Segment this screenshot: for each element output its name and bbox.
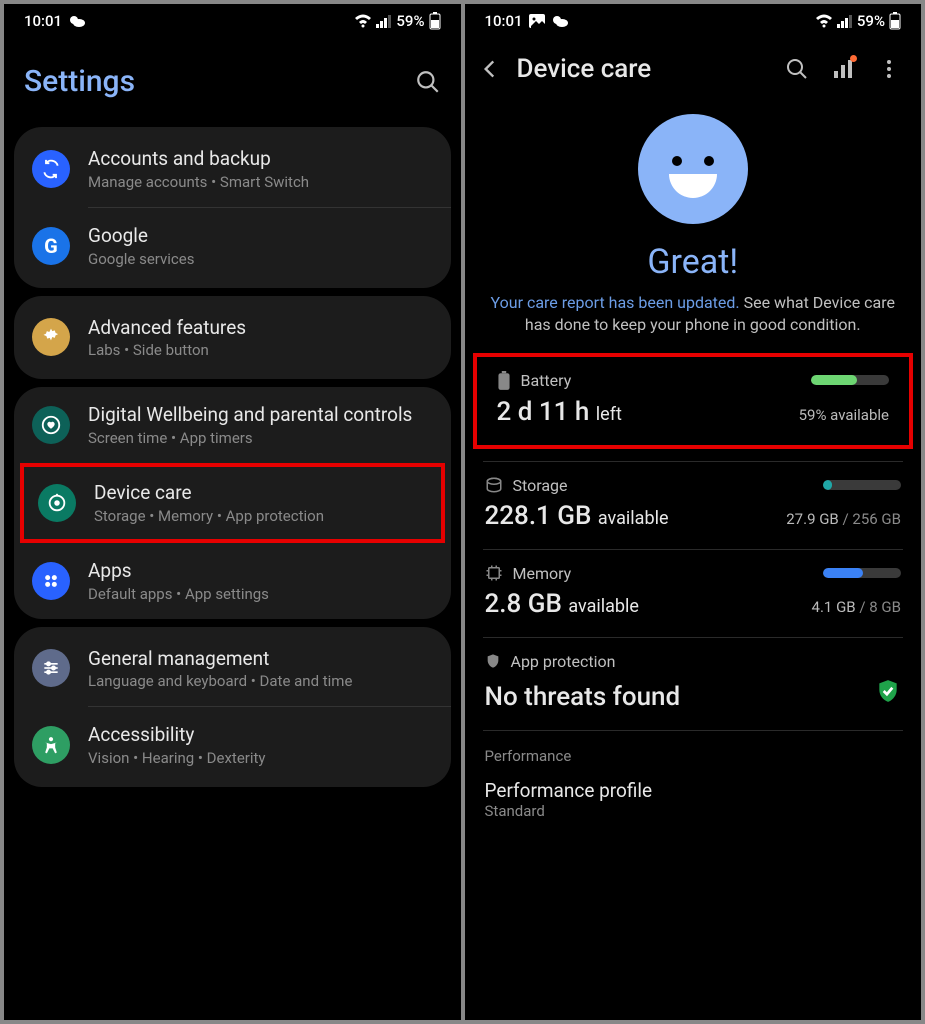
section-label: App protection [511,652,616,671]
settings-group: Accounts and backup Manage accounts • Sm… [14,127,451,288]
battery-icon [429,12,441,30]
sliders-icon [32,649,70,687]
memory-icon [485,564,503,582]
back-icon[interactable] [477,56,503,82]
settings-item-device-care[interactable]: Device care Storage • Memory • App prote… [24,467,441,539]
memory-bar [823,568,901,578]
item-subtitle: Manage accounts • Smart Switch [88,173,433,191]
performance-title: Performance profile [485,779,902,802]
hero-headline: Great! [485,242,902,282]
search-icon[interactable] [415,69,441,95]
page-title: Device care [517,54,772,84]
storage-bar [823,480,901,490]
battery-section[interactable]: Battery 2 d 11 h left 59% available [477,357,910,445]
item-title: General management [88,647,433,671]
wifi-icon [354,14,372,28]
page-title: Settings [24,64,415,99]
hero-accent: Your care report has been updated. [491,293,740,312]
settings-item-google[interactable]: G Google Google services [14,208,451,284]
item-title: Device care [94,481,427,505]
item-title: Accessibility [88,723,433,747]
apps-icon [32,562,70,600]
storage-section[interactable]: Storage 228.1 GB available 27.9 GB / 256… [465,462,922,549]
settings-item-wellbeing[interactable]: Digital Wellbeing and parental controls … [14,387,451,463]
battery-outline-icon [497,371,511,391]
status-bar: 10:01 59% [4,4,461,34]
item-title: Google [88,224,433,248]
device-care-icon [38,484,76,522]
memory-section[interactable]: Memory 2.8 GB available 4.1 GB / 8 GB [465,550,922,637]
care-report-hero: Great! Your care report has been updated… [465,94,922,343]
threats-status: No threats found [485,682,681,712]
section-label: Battery [521,371,572,390]
section-label: Storage [513,476,568,495]
settings-item-apps[interactable]: Apps Default apps • App settings [14,543,451,619]
gear-icon [32,318,70,356]
performance-sub: Standard [485,802,902,820]
performance-profile-row[interactable]: Performance profile Standard [465,769,922,820]
battery-bar [811,375,889,385]
section-label: Memory [513,564,572,583]
item-subtitle: Labs • Side button [88,341,433,359]
image-icon [529,14,545,28]
memory-bar-fill [823,568,863,578]
weather-icon [68,14,86,28]
settings-header: Settings [4,34,461,119]
storage-available: 228.1 GB available [485,501,669,531]
shield-check-icon [875,677,901,705]
status-time: 10:01 [24,12,62,30]
memory-usage: 4.1 GB / 8 GB [812,598,901,616]
battery-bar-fill [811,375,857,385]
settings-screen: 10:01 59% Settings [4,4,461,1020]
wifi-icon [815,14,833,28]
chart-icon[interactable] [831,57,855,81]
battery-available: 59% available [799,406,889,424]
battery-percent: 59% [396,12,424,30]
storage-icon [485,476,503,494]
settings-item-advanced[interactable]: Advanced features Labs • Side button [14,300,451,376]
accessibility-icon [32,726,70,764]
hero-message: Your care report has been updated. See w… [485,292,902,337]
battery-percent: 59% [857,12,885,30]
battery-time: 2 d 11 h left [497,397,622,427]
more-icon[interactable] [877,57,901,81]
happy-face-icon [638,114,748,224]
memory-available: 2.8 GB available [485,589,639,619]
signal-icon [376,14,392,28]
item-title: Advanced features [88,316,433,340]
item-subtitle: Storage • Memory • App protection [94,507,427,525]
item-subtitle: Vision • Hearing • Dexterity [88,749,433,767]
weather-icon [551,14,569,28]
device-care-header: Device care [465,34,922,94]
settings-item-general[interactable]: General management Language and keyboard… [14,631,451,707]
storage-usage: 27.9 GB / 256 GB [786,510,901,528]
item-subtitle: Google services [88,250,433,268]
item-title: Accounts and backup [88,147,433,171]
app-protection-section[interactable]: App protection No threats found [465,638,922,730]
highlight-box: Device care Storage • Memory • App prote… [20,463,445,543]
device-care-screen: 10:01 59% Device care [465,4,922,1020]
settings-group: Digital Wellbeing and parental controls … [14,387,451,618]
item-title: Digital Wellbeing and parental controls [88,403,433,427]
battery-icon [889,12,901,30]
settings-item-accounts[interactable]: Accounts and backup Manage accounts • Sm… [14,131,451,207]
item-subtitle: Language and keyboard • Date and time [88,672,433,690]
search-icon[interactable] [785,57,809,81]
performance-header: Performance [465,731,922,769]
shield-icon [485,652,501,670]
sync-icon [32,150,70,188]
google-icon: G [32,227,70,265]
heart-circle-icon [32,406,70,444]
item-subtitle: Screen time • App timers [88,429,433,447]
status-time: 10:01 [485,12,523,30]
storage-bar-fill [823,480,832,490]
item-title: Apps [88,559,433,583]
status-bar: 10:01 59% [465,4,922,34]
item-subtitle: Default apps • App settings [88,585,433,603]
signal-icon [837,14,853,28]
highlight-box: Battery 2 d 11 h left 59% available [473,353,914,449]
settings-item-accessibility[interactable]: Accessibility Vision • Hearing • Dexteri… [14,707,451,783]
settings-group: General management Language and keyboard… [14,627,451,788]
settings-group: Advanced features Labs • Side button [14,296,451,380]
